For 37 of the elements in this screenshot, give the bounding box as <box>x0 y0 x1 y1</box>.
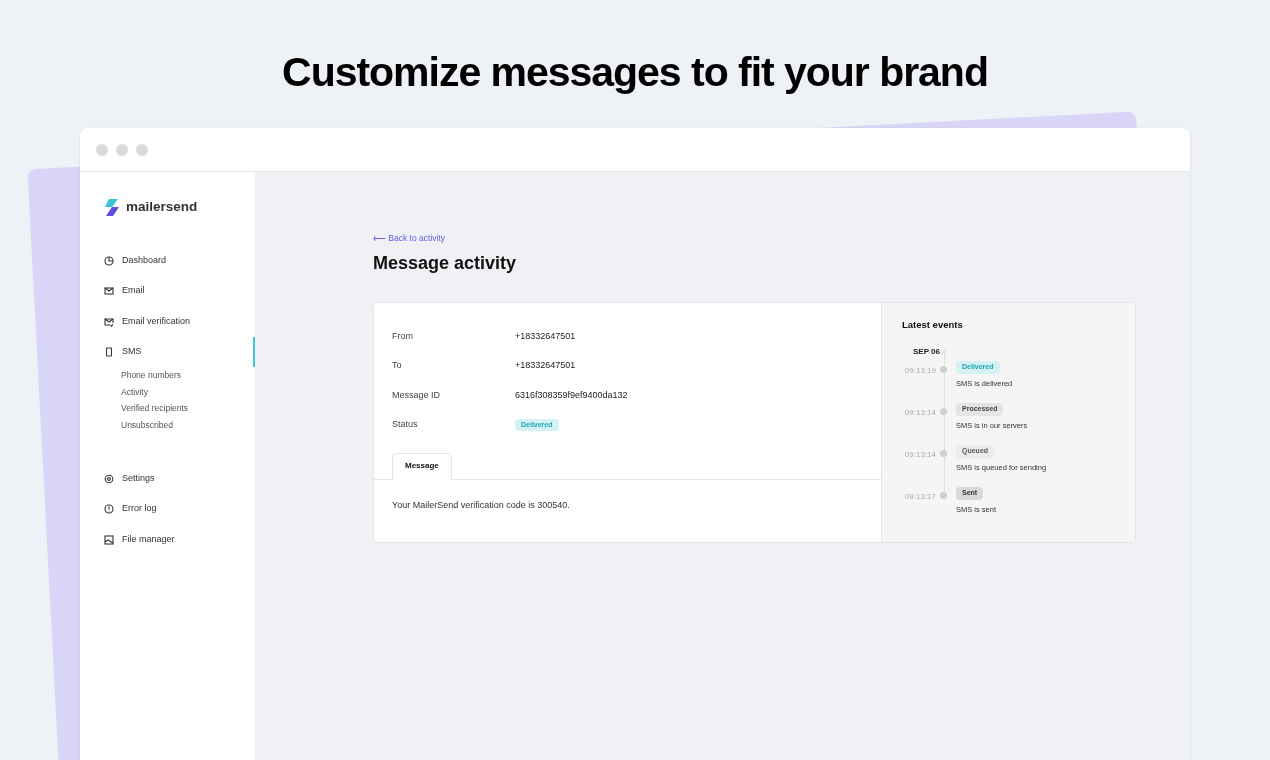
sidebar-item[interactable]: Dashboard <box>80 245 255 276</box>
envelope-icon <box>104 286 114 296</box>
detail-label: From <box>392 329 414 343</box>
sidebar-subitem[interactable]: Unsubscribed <box>80 416 255 434</box>
event-time: 09:13:17 <box>903 491 936 503</box>
phone-icon <box>104 347 114 357</box>
event-date: SEP 06 <box>912 346 940 358</box>
logo-icon <box>104 198 120 216</box>
events-title: Latest events <box>902 317 964 332</box>
detail-label: To <box>392 359 403 373</box>
settings-icon <box>104 473 114 484</box>
sidebar-subitem[interactable]: Phone numbers <box>80 367 255 384</box>
message-body: Your MailerSend verification code is 300540. <box>391 498 571 512</box>
sidebar-item[interactable]: Error log <box>80 493 255 525</box>
detail-value: +18332647501 <box>515 329 576 343</box>
image-icon <box>104 534 114 545</box>
message-tab[interactable]: Message <box>392 452 452 480</box>
sidebar-item[interactable]: Email verification <box>80 306 255 337</box>
detail-value: 6316f308359f9ef9400da132 <box>515 388 628 402</box>
sidebar-item[interactable]: Settings <box>80 463 255 494</box>
sidebar-subitem[interactable]: Verified recipients <box>80 400 255 417</box>
headline: Customize messages to fit your brand <box>281 48 989 97</box>
detail-label: Message ID <box>392 388 442 402</box>
event-time: 09:13:19 <box>903 365 936 377</box>
back-link[interactable]: ⟵ Back to activity <box>373 232 1136 245</box>
sidebar-item[interactable]: File manager <box>80 524 255 555</box>
logo-text: mailersend <box>126 198 198 216</box>
envelope-check-icon <box>104 316 114 327</box>
sidebar-item[interactable]: Email <box>80 275 255 307</box>
page-title: Message activity <box>373 251 518 275</box>
detail-label: Status <box>392 418 419 432</box>
pie-chart-icon <box>104 255 114 266</box>
alert-icon <box>104 504 114 514</box>
sidebar-subitem[interactable]: Activity <box>80 383 255 401</box>
event-time: 09:13:14 <box>903 407 936 419</box>
event-time: 09:13:14 <box>903 449 936 461</box>
detail-value: +18332647501 <box>515 359 576 373</box>
